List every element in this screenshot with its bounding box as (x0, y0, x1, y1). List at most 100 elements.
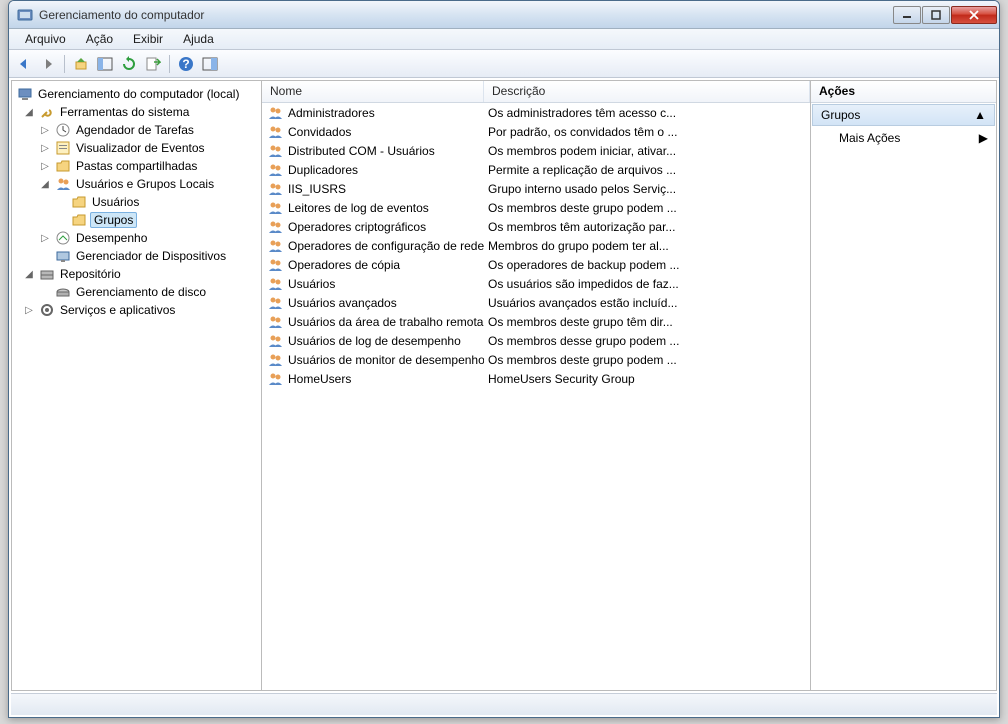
tree-task-scheduler[interactable]: ▷ Agendador de Tarefas (12, 121, 261, 139)
group-description: Os membros podem iniciar, ativar... (484, 144, 810, 158)
performance-icon (55, 230, 71, 246)
group-icon (268, 162, 284, 178)
group-icon (268, 371, 284, 387)
expand-icon[interactable]: ▷ (38, 125, 52, 136)
group-icon (268, 181, 284, 197)
list-row[interactable]: Operadores criptográficosOs membros têm … (262, 217, 810, 236)
column-description[interactable]: Descrição (484, 81, 810, 102)
group-description: Os membros deste grupo podem ... (484, 201, 810, 215)
tree-groups[interactable]: Grupos (12, 211, 261, 229)
actions-section-groups[interactable]: Grupos ▲ (812, 104, 995, 126)
menu-arquivo[interactable]: Arquivo (15, 30, 76, 48)
collapse-icon[interactable]: ◢ (38, 179, 52, 190)
content-area: Gerenciamento do computador (local) ◢ Fe… (11, 80, 997, 691)
minimize-button[interactable] (893, 6, 921, 24)
services-icon (39, 302, 55, 318)
list-row[interactable]: DuplicadoresPermite a replicação de arqu… (262, 160, 810, 179)
help-button[interactable]: ? (175, 53, 197, 75)
back-button[interactable] (13, 53, 35, 75)
tree-disk-management[interactable]: Gerenciamento de disco (12, 283, 261, 301)
properties-button[interactable] (199, 53, 221, 75)
list-row[interactable]: UsuáriosOs usuários são impedidos de faz… (262, 274, 810, 293)
maximize-button[interactable] (922, 6, 950, 24)
tree-shared-folders[interactable]: ▷ Pastas compartilhadas (12, 157, 261, 175)
folder-shared-icon (55, 158, 71, 174)
list-row[interactable]: Operadores de configuração de redeMembro… (262, 236, 810, 255)
show-hide-tree-button[interactable] (94, 53, 116, 75)
group-name: Operadores de cópia (288, 258, 484, 272)
group-name: IIS_IUSRS (288, 182, 484, 196)
folder-icon (71, 212, 87, 228)
list-row[interactable]: Leitores de log de eventosOs membros des… (262, 198, 810, 217)
collapse-icon[interactable]: ◢ (22, 107, 36, 118)
tree-event-viewer[interactable]: ▷ Visualizador de Eventos (12, 139, 261, 157)
tree-panel[interactable]: Gerenciamento do computador (local) ◢ Fe… (12, 81, 262, 690)
actions-panel: Ações Grupos ▲ Mais Ações ▶ (811, 81, 996, 690)
expand-icon[interactable]: ▷ (38, 233, 52, 244)
tree-users[interactable]: Usuários (12, 193, 261, 211)
tree-services[interactable]: ▷ Serviços e aplicativos (12, 301, 261, 319)
tree-storage[interactable]: ◢ Repositório (12, 265, 261, 283)
list-row[interactable]: AdministradoresOs administradores têm ac… (262, 103, 810, 122)
group-name: Convidados (288, 125, 484, 139)
menu-ajuda[interactable]: Ajuda (173, 30, 224, 48)
tree-system-tools[interactable]: ◢ Ferramentas do sistema (12, 103, 261, 121)
menubar: Arquivo Ação Exibir Ajuda (9, 29, 999, 50)
menu-acao[interactable]: Ação (76, 30, 123, 48)
group-description: Grupo interno usado pelos Serviç... (484, 182, 810, 196)
group-icon (268, 352, 284, 368)
device-icon (55, 248, 71, 264)
close-button[interactable] (951, 6, 997, 24)
group-name: Operadores de configuração de rede (288, 239, 484, 253)
list-row[interactable]: Distributed COM - UsuáriosOs membros pod… (262, 141, 810, 160)
list-row[interactable]: Usuários avançadosUsuários avançados est… (262, 293, 810, 312)
list-row[interactable]: Usuários de log de desempenhoOs membros … (262, 331, 810, 350)
list-row[interactable]: Usuários de monitor de desempenhoOs memb… (262, 350, 810, 369)
group-icon (268, 200, 284, 216)
expand-icon[interactable]: ▷ (38, 143, 52, 154)
group-description: Os membros deste grupo têm dir... (484, 315, 810, 329)
forward-button[interactable] (37, 53, 59, 75)
list-row[interactable]: IIS_IUSRSGrupo interno usado pelos Servi… (262, 179, 810, 198)
window-title: Gerenciamento do computador (39, 8, 893, 22)
group-name: Usuários (288, 277, 484, 291)
group-description: Permite a replicação de arquivos ... (484, 163, 810, 177)
group-icon (268, 314, 284, 330)
list-row[interactable]: HomeUsersHomeUsers Security Group (262, 369, 810, 388)
statusbar (11, 693, 997, 715)
group-icon (268, 333, 284, 349)
group-description: Os usuários são impedidos de faz... (484, 277, 810, 291)
group-icon (268, 238, 284, 254)
collapse-up-icon: ▲ (974, 108, 986, 122)
event-icon (55, 140, 71, 156)
actions-more[interactable]: Mais Ações ▶ (811, 127, 996, 149)
collapse-icon[interactable]: ◢ (22, 269, 36, 280)
group-name: Usuários da área de trabalho remota (288, 315, 484, 329)
refresh-button[interactable] (118, 53, 140, 75)
group-description: Por padrão, os convidados têm o ... (484, 125, 810, 139)
export-button[interactable] (142, 53, 164, 75)
group-icon (268, 124, 284, 140)
list-panel: Nome Descrição AdministradoresOs adminis… (262, 81, 811, 690)
menu-exibir[interactable]: Exibir (123, 30, 173, 48)
column-name[interactable]: Nome (262, 81, 484, 102)
group-name: Usuários de monitor de desempenho (288, 353, 484, 367)
group-description: Usuários avançados estão incluíd... (484, 296, 810, 310)
tree-performance[interactable]: ▷ Desempenho (12, 229, 261, 247)
list-row[interactable]: Operadores de cópiaOs operadores de back… (262, 255, 810, 274)
group-icon (268, 219, 284, 235)
titlebar[interactable]: Gerenciamento do computador (9, 1, 999, 29)
list-row[interactable]: ConvidadosPor padrão, os convidados têm … (262, 122, 810, 141)
tree-device-manager[interactable]: Gerenciador de Dispositivos (12, 247, 261, 265)
list-row[interactable]: Usuários da área de trabalho remotaOs me… (262, 312, 810, 331)
group-name: Operadores criptográficos (288, 220, 484, 234)
expand-icon[interactable]: ▷ (22, 305, 36, 316)
clock-icon (55, 122, 71, 138)
expand-icon[interactable]: ▷ (38, 161, 52, 172)
up-button[interactable] (70, 53, 92, 75)
actions-header: Ações (811, 81, 996, 103)
tree-users-groups[interactable]: ◢ Usuários e Grupos Locais (12, 175, 261, 193)
tree-root[interactable]: Gerenciamento do computador (local) (12, 85, 261, 103)
list-body[interactable]: AdministradoresOs administradores têm ac… (262, 103, 810, 690)
group-description: Os operadores de backup podem ... (484, 258, 810, 272)
